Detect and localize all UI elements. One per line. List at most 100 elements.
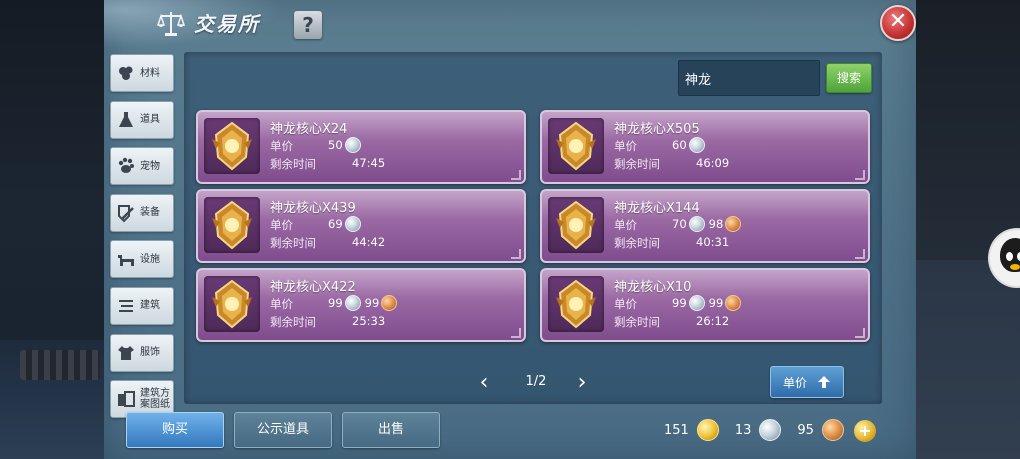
item-name: 神龙核心X144 (614, 201, 700, 216)
price-label: 单价 (270, 218, 293, 232)
sidebar-item-label: 材料 (140, 67, 160, 79)
listing-card[interactable]: 神龙核心X10 单价 99 99 剩余时间 26:12 (540, 268, 870, 342)
price-label: 单价 (270, 139, 293, 153)
silver-price: 70 (672, 217, 687, 231)
listing-card[interactable]: 神龙核心X422 单价 99 99 剩余时间 25:33 (196, 268, 526, 342)
dragon-core-icon (556, 279, 596, 329)
item-price: 69 (328, 216, 361, 232)
listing-card[interactable]: 神龙核心X24 单价 50 剩余时间 47:45 (196, 110, 526, 184)
item-name: 神龙核心X505 (614, 122, 700, 137)
blueprint-icon (118, 391, 135, 408)
price-label: 单价 (614, 139, 637, 153)
silver-price: 99 (328, 296, 343, 310)
page-indicator: 1/2 (525, 374, 547, 389)
item-icon-frame (204, 118, 260, 174)
dragon-core-icon (212, 121, 252, 171)
sidebar-item-label: 建筑 (140, 300, 160, 312)
price-label: 单价 (270, 297, 293, 311)
corner-decoration (511, 328, 521, 338)
dragon-core-icon (556, 200, 596, 250)
silver-coin-icon (688, 295, 705, 311)
copper-coin-icon (821, 419, 844, 441)
item-icon-frame (548, 197, 604, 253)
category-sidebar: 材料 道具 宠物 装备 设施 建筑 服饰 建筑方案图纸 (110, 54, 174, 427)
price-label: 单价 (614, 218, 637, 232)
corner-decoration (511, 249, 521, 259)
item-icon-frame (548, 118, 604, 174)
item-name: 神龙核心X439 (270, 201, 356, 216)
copper-coin-icon (381, 295, 398, 311)
building-icon (119, 299, 133, 312)
item-price: 99 99 (672, 295, 742, 311)
help-button[interactable]: ? (294, 11, 322, 39)
add-currency-button[interactable]: + (854, 420, 876, 442)
silver-price: 69 (328, 217, 343, 231)
time-remaining-label: 剩余时间 (614, 236, 660, 250)
potion-icon (119, 111, 133, 127)
item-name: 神龙核心X422 (270, 280, 356, 295)
sidebar-item-label: 宠物 (140, 160, 160, 172)
clothing-icon (118, 345, 134, 360)
copper-amount: 95 (797, 422, 814, 438)
penguin-beak (1010, 264, 1020, 270)
time-remaining-label: 剩余时间 (614, 157, 660, 171)
materials-icon (119, 66, 133, 80)
item-name: 神龙核心X24 (270, 122, 348, 137)
time-remaining: 26:12 (696, 314, 730, 328)
item-price: 70 98 (672, 216, 742, 232)
tab-buy[interactable]: 购买 (126, 412, 224, 448)
search-button[interactable]: 搜索 (826, 63, 872, 93)
copper-coin-icon (725, 295, 742, 311)
time-remaining: 25:33 (352, 314, 386, 328)
silver-amount: 13 (734, 422, 752, 438)
prev-page-button[interactable]: ‹ (474, 372, 494, 394)
copper-price: 99 (364, 296, 380, 310)
copper-coin-icon (725, 216, 742, 232)
sidebar-item-clothing[interactable]: 服饰 (110, 333, 174, 372)
sort-by-price-button[interactable]: 单价 (770, 366, 844, 398)
equipment-icon (118, 204, 134, 223)
facility-icon (118, 255, 134, 267)
close-button[interactable]: ✕ (880, 5, 916, 41)
dragon-core-icon (212, 200, 252, 250)
copper-price: 98 (708, 217, 724, 231)
time-remaining: 47:45 (352, 156, 386, 170)
item-icon-frame (548, 276, 604, 332)
sidebar-item-label: 服饰 (140, 347, 160, 359)
time-remaining: 44:42 (352, 235, 386, 249)
listing-card[interactable]: 神龙核心X144 单价 70 98 剩余时间 40:31 (540, 189, 870, 263)
copper-price: 99 (708, 296, 724, 310)
time-remaining-label: 剩余时间 (270, 236, 316, 250)
sidebar-item-label: 装备 (140, 207, 160, 219)
gold-amount: 151 (664, 422, 689, 438)
sidebar-item-materials[interactable]: 材料 (110, 54, 174, 92)
game-background-left (0, 0, 104, 459)
sidebar-item-buildings[interactable]: 建筑 (110, 286, 174, 325)
sidebar-item-pets[interactable]: 宠物 (110, 147, 174, 186)
sort-label: 单价 (782, 375, 807, 390)
background-wall (916, 260, 1020, 459)
sidebar-item-items[interactable]: 道具 (110, 100, 174, 139)
silver-coin-icon (688, 216, 705, 232)
corner-decoration (855, 170, 865, 180)
sidebar-item-facilities[interactable]: 设施 (110, 240, 174, 279)
time-remaining: 40:31 (696, 235, 730, 249)
next-page-button[interactable]: › (572, 372, 592, 394)
sidebar-item-equipment[interactable]: 装备 (110, 193, 174, 232)
gold-coin-icon (696, 419, 719, 441)
sidebar-item-label: 设施 (140, 253, 160, 265)
listing-card[interactable]: 神龙核心X505 单价 60 剩余时间 46:09 (540, 110, 870, 184)
tab-sell[interactable]: 出售 (342, 412, 440, 448)
item-price: 60 (672, 137, 705, 153)
tab-public-items[interactable]: 公示道具 (234, 412, 332, 448)
listing-card[interactable]: 神龙核心X439 单价 69 剩余时间 44:42 (196, 189, 526, 263)
item-price: 50 (328, 137, 361, 153)
item-price: 99 99 (328, 295, 398, 311)
page-title: 交易所 (194, 12, 260, 36)
silver-coin-icon (688, 137, 705, 153)
dragon-core-icon (212, 279, 252, 329)
search-input[interactable] (679, 61, 815, 95)
silver-coin-icon (759, 419, 782, 441)
corner-decoration (855, 328, 865, 338)
item-name: 神龙核心X10 (614, 280, 692, 295)
